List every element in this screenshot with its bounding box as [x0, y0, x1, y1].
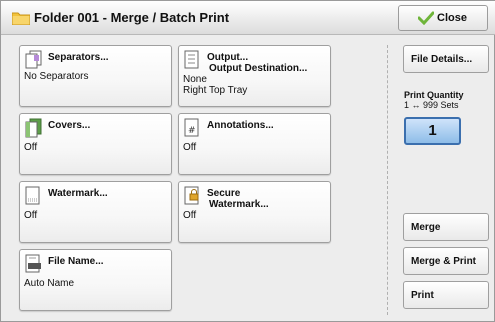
watermark-icon [25, 186, 40, 205]
watermark-button[interactable]: Watermark... Off [19, 181, 172, 243]
print-dialog: Folder 001 - Merge / Batch Print Close S… [0, 0, 495, 322]
print-quantity-range: 1 ↔ 999 Sets [404, 100, 459, 110]
output-value-line2: Right Top Tray [183, 85, 248, 96]
output-destination-label: Output Destination... [209, 63, 308, 74]
separators-label: Separators... [48, 52, 109, 63]
print-quantity-title: Print Quantity [404, 90, 464, 100]
covers-button[interactable]: Covers... Off [19, 113, 172, 175]
secure-watermark-icon [184, 186, 199, 205]
secure-watermark-value: Off [183, 210, 197, 221]
close-button-label: Close [437, 12, 467, 24]
merge-and-print-button[interactable]: Merge & Print [403, 247, 489, 275]
watermark-label: Watermark... [48, 188, 108, 199]
secure-label: Secure [207, 188, 241, 199]
page-title: Folder 001 - Merge / Batch Print [34, 10, 230, 25]
print-button[interactable]: Print [403, 281, 489, 309]
covers-icon [25, 118, 42, 138]
annotation-icon: # [184, 118, 199, 137]
separators-button[interactable]: Separators... No Separators [19, 45, 172, 107]
separator-sheets-icon [25, 50, 42, 69]
print-quantity-input[interactable]: 1 [404, 117, 461, 145]
covers-value: Off [24, 142, 38, 153]
file-name-value: Auto Name [24, 278, 75, 289]
folder-icon [12, 12, 30, 25]
file-details-button[interactable]: File Details... [403, 45, 489, 73]
annotations-value: Off [183, 142, 197, 153]
output-destination-button[interactable]: Output... Output Destination... None Rig… [178, 45, 331, 107]
close-button[interactable]: Close [398, 5, 488, 31]
file-name-icon [25, 254, 41, 273]
covers-label: Covers... [48, 120, 91, 131]
output-label: Output... [207, 52, 249, 63]
annotations-label: Annotations... [207, 120, 274, 131]
secure-watermark-label: Watermark... [209, 199, 269, 210]
checkmark-icon [418, 11, 434, 25]
secure-watermark-button[interactable]: Secure Watermark... Off [178, 181, 331, 243]
svg-text:#: # [188, 126, 196, 136]
file-name-button[interactable]: File Name... Auto Name [19, 249, 172, 311]
output-tray-icon [184, 50, 199, 69]
file-name-label: File Name... [48, 256, 104, 267]
separators-value: No Separators [24, 71, 89, 82]
output-value-line1: None [183, 74, 207, 85]
watermark-value: Off [24, 210, 38, 221]
merge-button[interactable]: Merge [403, 213, 489, 241]
divider [387, 45, 388, 315]
annotations-button[interactable]: # Annotations... Off [178, 113, 331, 175]
title-bar: Folder 001 - Merge / Batch Print Close [1, 1, 495, 35]
